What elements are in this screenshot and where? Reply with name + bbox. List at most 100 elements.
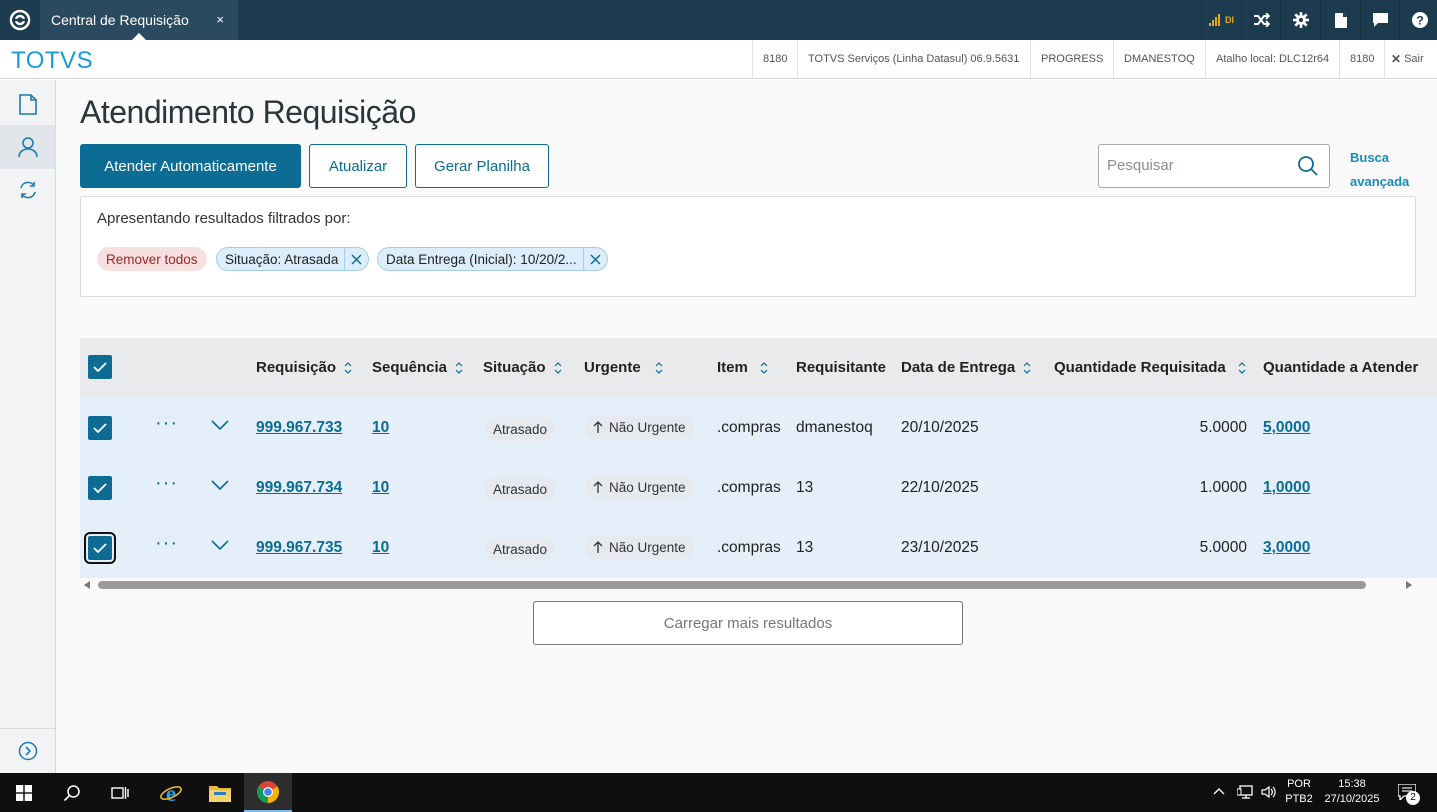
internet-explorer-icon[interactable]: e xyxy=(147,773,195,812)
sidebar-item-refresh[interactable] xyxy=(0,168,55,212)
signal-strength-icon[interactable]: DI xyxy=(1201,0,1241,40)
qtd-atender-link[interactable]: 1,0000 xyxy=(1263,479,1310,497)
load-more-button[interactable]: Carregar mais resultados xyxy=(533,601,963,645)
refresh-button[interactable]: Atualizar xyxy=(309,144,407,188)
qtd-atender-link[interactable]: 5,0000 xyxy=(1263,419,1310,437)
chat-icon[interactable] xyxy=(1360,0,1400,40)
svg-text:?: ? xyxy=(1416,14,1423,28)
info-port: 8180 xyxy=(752,40,797,78)
filter-chip-data-entrega: Data Entrega (Inicial): 10/20/2... xyxy=(377,247,608,271)
data-entrega-cell: 22/10/2025 xyxy=(901,479,979,496)
scroll-right-icon[interactable] xyxy=(1406,581,1412,589)
row-actions-menu[interactable]: ··· xyxy=(155,412,178,435)
language-indicator[interactable]: POR PTB2 xyxy=(1283,777,1315,807)
column-label: Sequência xyxy=(372,359,448,376)
generate-spreadsheet-button[interactable]: Gerar Planilha xyxy=(415,144,549,188)
gear-icon[interactable] xyxy=(1280,0,1320,40)
auto-attend-button[interactable]: Atender Automaticamente xyxy=(80,144,301,188)
page-title: Atendimento Requisição xyxy=(80,94,416,130)
search-icon[interactable] xyxy=(1297,155,1319,177)
info-database: PROGRESS xyxy=(1030,40,1113,78)
requisicao-link[interactable]: 999.967.734 xyxy=(256,479,342,497)
table-row[interactable]: ··· 999.967.735 10 Atrasado Não Urgente … xyxy=(80,518,1437,578)
sidebar-item-documents[interactable] xyxy=(0,82,55,126)
qtd-requisitada-cell: 5.0000 xyxy=(1199,539,1247,556)
sidebar-expand-button[interactable] xyxy=(0,728,55,772)
column-data-entrega[interactable]: Data de Entrega xyxy=(901,359,1031,376)
column-sequencia[interactable]: Sequência xyxy=(372,359,463,376)
scrollbar-thumb[interactable] xyxy=(98,581,1366,589)
column-label: Situação xyxy=(483,359,546,376)
system-info-bar: TOTVS 8180 TOTVS Serviços (Linha Datasul… xyxy=(0,40,1437,79)
network-icon[interactable] xyxy=(1237,785,1253,799)
sort-icon xyxy=(1238,361,1246,374)
qtd-atender-link[interactable]: 3,0000 xyxy=(1263,539,1310,557)
requisitante-cell: 13 xyxy=(796,479,814,496)
column-qtd-atender[interactable]: Quantidade a Atender xyxy=(1263,359,1418,376)
qtd-requisitada-cell: 1.0000 xyxy=(1199,479,1247,496)
column-label: Data de Entrega xyxy=(901,359,1016,376)
volume-icon[interactable] xyxy=(1261,785,1277,799)
notifications-icon[interactable]: 2 xyxy=(1397,783,1420,805)
row-checkbox[interactable] xyxy=(88,416,112,440)
notification-count-badge: 2 xyxy=(1406,791,1420,805)
help-icon[interactable]: ? xyxy=(1399,0,1437,40)
requisicao-link[interactable]: 999.967.733 xyxy=(256,419,342,437)
select-all-checkbox[interactable] xyxy=(88,355,112,379)
table-row[interactable]: ··· 999.967.733 10 Atrasado Não Urgente … xyxy=(80,398,1437,458)
search-field[interactable] xyxy=(1098,144,1330,188)
app-logo-icon[interactable] xyxy=(0,0,40,40)
sort-icon xyxy=(1023,361,1031,374)
advanced-search-link[interactable]: Busca avançada xyxy=(1350,146,1420,194)
chevron-up-icon[interactable] xyxy=(1213,787,1225,795)
search-input[interactable] xyxy=(1107,157,1287,174)
file-explorer-icon[interactable] xyxy=(196,773,244,812)
status-badge: Atrasado xyxy=(485,417,556,441)
column-label: Quantidade Requisitada xyxy=(1054,359,1226,376)
shuffle-icon[interactable] xyxy=(1241,0,1281,40)
close-tab-icon[interactable]: × xyxy=(216,12,224,27)
column-requisitante[interactable]: Requisitante xyxy=(796,359,886,376)
clock-time: 15:38 xyxy=(1338,778,1366,790)
document-icon[interactable] xyxy=(1320,0,1360,40)
urgency-badge: Não Urgente xyxy=(585,475,694,499)
row-actions-menu[interactable]: ··· xyxy=(155,532,178,555)
column-requisicao[interactable]: Requisição xyxy=(256,359,352,376)
chevron-down-icon[interactable] xyxy=(211,539,229,551)
remove-filter-icon[interactable] xyxy=(344,248,368,270)
sequencia-link[interactable]: 10 xyxy=(372,539,389,557)
sequencia-link[interactable]: 10 xyxy=(372,419,389,437)
column-label: Item xyxy=(717,359,748,376)
requisitante-cell: dmanestoq xyxy=(796,419,873,436)
filter-chip-label: Data Entrega (Inicial): 10/20/2... xyxy=(386,251,577,267)
row-actions-menu[interactable]: ··· xyxy=(155,472,178,495)
remove-filter-icon[interactable] xyxy=(582,248,607,270)
horizontal-scrollbar[interactable] xyxy=(80,578,1416,592)
chrome-icon[interactable] xyxy=(244,773,292,812)
tab-central-requisicao[interactable]: Central de Requisição × xyxy=(40,0,238,40)
clock[interactable]: 15:38 27/10/2025 xyxy=(1318,777,1386,807)
column-urgente[interactable]: Urgente xyxy=(584,359,663,376)
remove-all-filters-chip[interactable]: Remover todos xyxy=(97,247,207,271)
windows-taskbar: e POR PTB2 15:38 27/10/2025 2 xyxy=(0,773,1437,812)
table-header: Requisição Sequência Situação Urgente It… xyxy=(80,338,1437,398)
search-taskbar-icon[interactable] xyxy=(48,773,96,812)
chevron-down-icon[interactable] xyxy=(211,419,229,431)
chevron-down-icon[interactable] xyxy=(211,479,229,491)
row-checkbox[interactable] xyxy=(88,476,112,500)
windows-start-icon[interactable] xyxy=(0,773,48,812)
row-checkbox[interactable] xyxy=(84,532,116,564)
task-view-icon[interactable] xyxy=(96,773,144,812)
column-qtd-requisitada[interactable]: Quantidade Requisitada xyxy=(1054,359,1246,376)
signal-label: DI xyxy=(1225,15,1234,25)
requisicao-link[interactable]: 999.967.735 xyxy=(256,539,342,557)
column-item[interactable]: Item xyxy=(717,359,768,376)
scroll-left-icon[interactable] xyxy=(84,581,90,589)
sidebar-item-user[interactable] xyxy=(0,125,55,169)
data-entrega-cell: 20/10/2025 xyxy=(901,419,979,436)
table-row[interactable]: ··· 999.967.734 10 Atrasado Não Urgente … xyxy=(80,458,1437,518)
column-situacao[interactable]: Situação xyxy=(483,359,562,376)
exit-button[interactable]: ✕ Sair xyxy=(1384,40,1430,78)
user-icon xyxy=(17,137,38,158)
sequencia-link[interactable]: 10 xyxy=(372,479,389,497)
